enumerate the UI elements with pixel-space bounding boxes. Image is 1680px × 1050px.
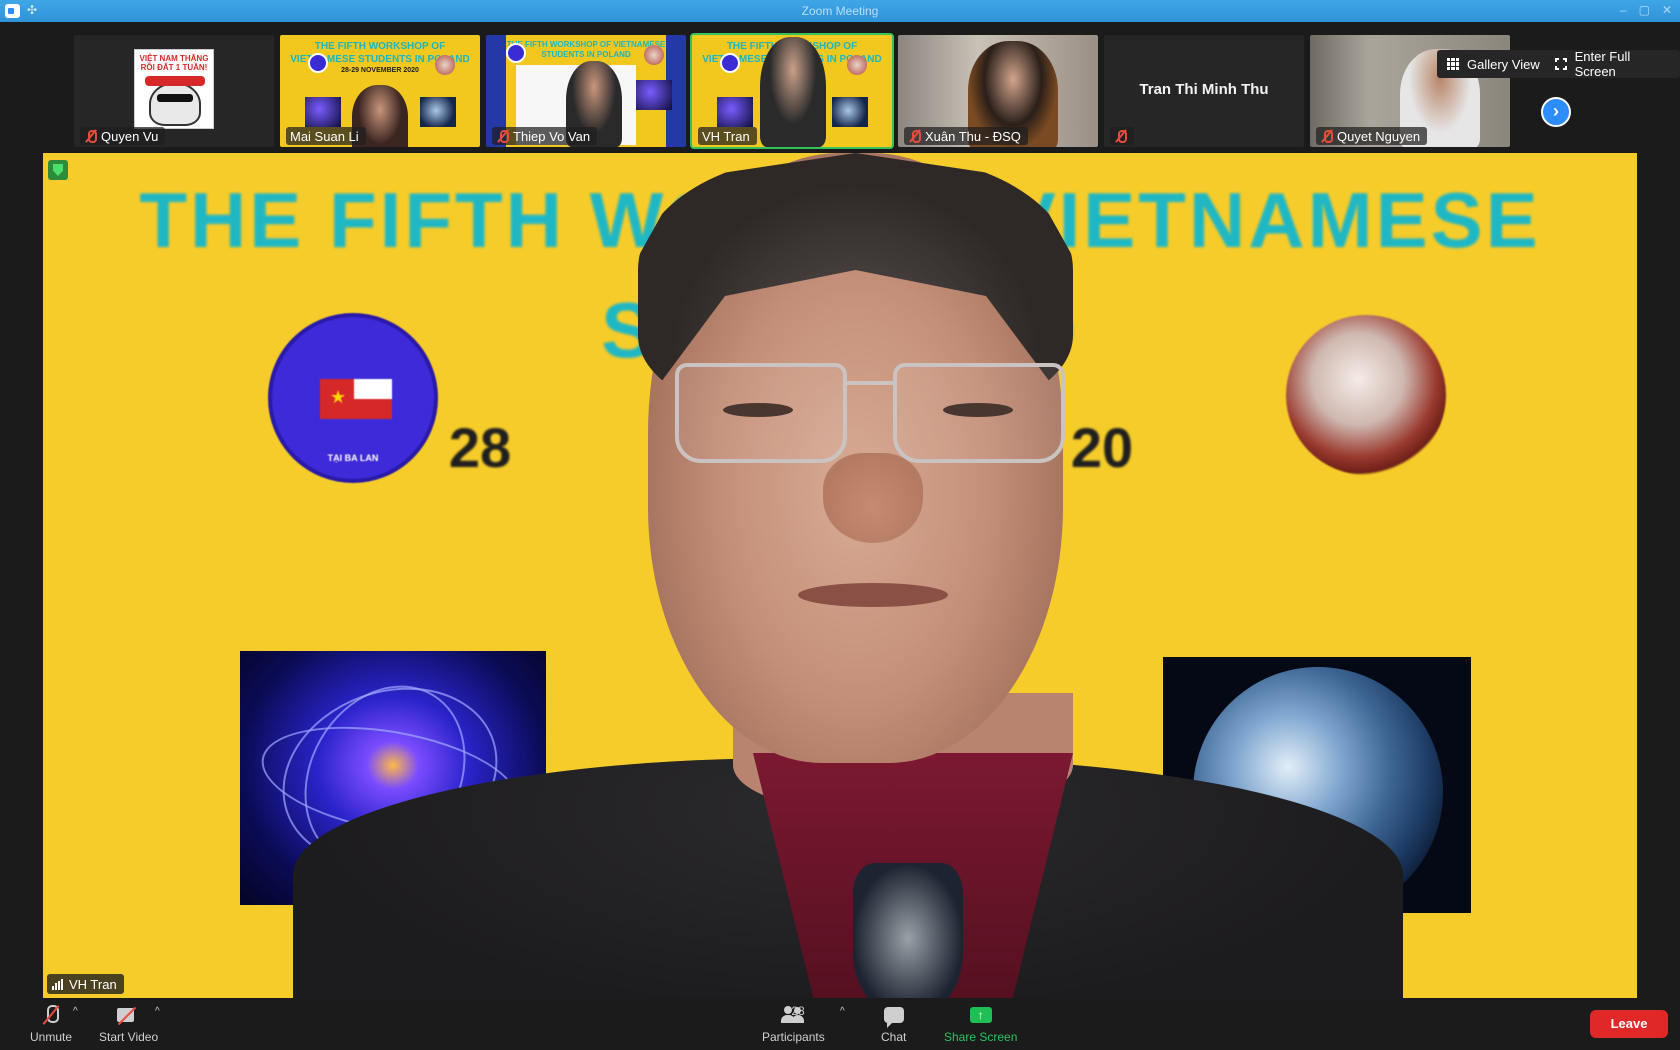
participant-person bbox=[760, 37, 826, 147]
earth-image bbox=[420, 97, 456, 127]
unmute-label: Unmute bbox=[30, 1030, 73, 1044]
close-icon[interactable]: ✕ bbox=[1662, 3, 1672, 17]
participant-nameplate: Xuân Thu - ĐSQ bbox=[904, 127, 1028, 145]
participants-count: 28 bbox=[791, 1004, 805, 1018]
mic-muted-icon bbox=[908, 129, 921, 143]
participant-name: Xuân Thu - ĐSQ bbox=[925, 128, 1021, 144]
chat-icon bbox=[883, 1007, 904, 1028]
participant-avatar: VIỆT NAM THẮNG RỒI ĐẤT 1 TUẦN! bbox=[134, 49, 214, 129]
mic-muted-icon bbox=[1114, 129, 1127, 143]
earth-image bbox=[832, 97, 868, 127]
chevron-right-icon: › bbox=[1553, 101, 1559, 121]
participant-tile[interactable]: THE FIFTH WORKSHOP OF VIETNAMESE STUDENT… bbox=[280, 35, 480, 147]
gallery-view-label: Gallery View bbox=[1467, 56, 1540, 72]
grid-icon bbox=[1447, 58, 1459, 70]
participant-tile[interactable]: THE FIFTH WORKSHOP OF VIETNAMESE STUDENT… bbox=[486, 35, 686, 147]
start-video-button[interactable]: Start Video bbox=[99, 1002, 158, 1044]
participant-name-display: Tran Thi Minh Thu bbox=[1139, 81, 1269, 98]
virus-icon bbox=[644, 45, 664, 65]
atom-image bbox=[636, 80, 672, 110]
share-screen-icon: ↑ bbox=[969, 1007, 992, 1023]
share-screen-button[interactable]: ↑ Share Screen bbox=[944, 1002, 1017, 1044]
participant-nameplate: Thiep Vo Van bbox=[492, 127, 598, 145]
mic-muted-icon bbox=[84, 129, 97, 143]
participant-name: Thiep Vo Van bbox=[513, 128, 591, 144]
chat-button[interactable]: Chat bbox=[881, 1002, 906, 1044]
participant-nameplate bbox=[1110, 127, 1134, 145]
chat-label: Chat bbox=[881, 1030, 907, 1044]
share-screen-label: Share Screen bbox=[944, 1030, 1018, 1044]
society-logo-icon bbox=[720, 53, 740, 73]
start-video-label: Start Video bbox=[99, 1030, 159, 1044]
title-bar: ✣ Zoom Meeting – ▢ ✕ bbox=[0, 0, 1680, 22]
security-shield-icon[interactable] bbox=[48, 160, 68, 180]
signal-strength-icon bbox=[52, 978, 63, 990]
speaker-name: VH Tran bbox=[69, 976, 117, 992]
participant-nameplate: Quyet Nguyen bbox=[1316, 127, 1428, 145]
tie bbox=[853, 863, 963, 998]
society-logo-icon bbox=[506, 43, 526, 63]
video-options-caret-icon[interactable]: ^ bbox=[155, 1006, 160, 1017]
atom-image bbox=[717, 97, 753, 127]
participants-label: Participants bbox=[762, 1030, 825, 1044]
meeting-toolbar: Unmute ^ Start Video ^ 28 Participants ^ bbox=[0, 998, 1680, 1050]
window-controls: – ▢ ✕ bbox=[1620, 3, 1672, 17]
society-logo-icon bbox=[308, 53, 328, 73]
leave-button[interactable]: Leave bbox=[1590, 1010, 1668, 1038]
participant-nameplate: VH Tran bbox=[698, 127, 757, 145]
mic-muted-icon bbox=[1320, 129, 1333, 143]
active-speaker-video: THE FIFTH WORKS F VIETNAMESE STUD LAND 2… bbox=[43, 153, 1637, 998]
avatar-character-icon bbox=[149, 82, 201, 126]
participant-tile[interactable]: Xuân Thu - ĐSQ bbox=[898, 35, 1098, 147]
participant-tile[interactable]: VIỆT NAM THẮNG RỒI ĐẤT 1 TUẦN! Quyen Vu bbox=[74, 35, 274, 147]
participant-name: Mai Suan Li bbox=[290, 128, 359, 144]
participant-name: Quyen Vu bbox=[101, 128, 159, 144]
participant-name: Quyet Nguyen bbox=[1337, 128, 1421, 144]
atom-image bbox=[305, 97, 341, 127]
next-page-button[interactable]: › bbox=[1541, 97, 1571, 127]
participant-tile[interactable]: Tran Thi Minh Thu bbox=[1104, 35, 1304, 147]
enter-full-screen-button[interactable]: Enter Full Screen bbox=[1545, 49, 1680, 79]
full-screen-label: Enter Full Screen bbox=[1574, 49, 1631, 79]
speaker-person bbox=[293, 153, 1403, 998]
participant-tile-active[interactable]: THE FIFTH WORKSHOP OF VIETNAMESE STUDENT… bbox=[690, 33, 894, 149]
zoom-window: ✣ Zoom Meeting – ▢ ✕ VIỆT NAM THẮNG RỒI … bbox=[0, 0, 1680, 1050]
microphone-muted-icon bbox=[44, 1005, 60, 1025]
camera-off-icon bbox=[116, 1007, 141, 1023]
window-title: Zoom Meeting bbox=[801, 4, 879, 18]
participant-nameplate: Quyen Vu bbox=[80, 127, 166, 145]
maximize-icon[interactable]: ▢ bbox=[1639, 3, 1650, 17]
participant-nameplate: Mai Suan Li bbox=[286, 127, 366, 145]
audio-options-caret-icon[interactable]: ^ bbox=[73, 1006, 78, 1017]
participants-button[interactable]: 28 Participants bbox=[762, 1002, 825, 1044]
participants-caret-icon[interactable]: ^ bbox=[840, 1006, 845, 1017]
unmute-button[interactable]: Unmute bbox=[30, 1002, 72, 1044]
participant-strip: VIỆT NAM THẮNG RỒI ĐẤT 1 TUẦN! Quyen Vu … bbox=[0, 22, 1680, 152]
avatar-text: VIỆT NAM THẮNG RỒI ĐẤT 1 TUẦN! bbox=[139, 54, 209, 72]
participant-name: VH Tran bbox=[702, 128, 750, 144]
glasses bbox=[675, 363, 847, 463]
minimize-icon[interactable]: – bbox=[1620, 3, 1627, 17]
speaker-nameplate: VH Tran bbox=[47, 974, 124, 994]
gallery-view-button[interactable]: Gallery View bbox=[1437, 50, 1550, 78]
mic-muted-icon bbox=[496, 129, 509, 143]
full-screen-icon bbox=[1554, 57, 1568, 71]
virus-icon bbox=[847, 55, 867, 75]
virus-icon bbox=[435, 55, 455, 75]
